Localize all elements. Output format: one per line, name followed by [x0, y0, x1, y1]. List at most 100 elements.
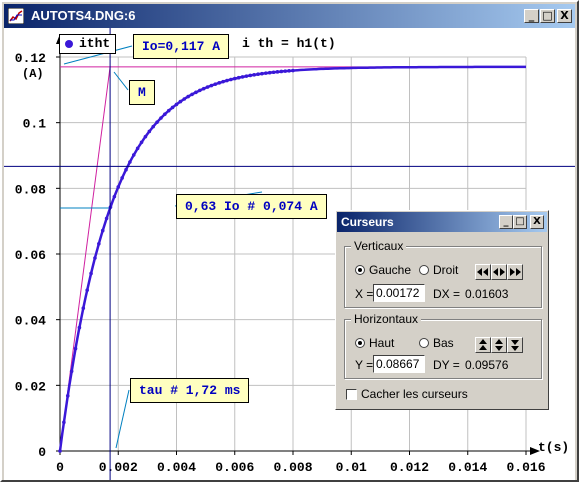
series-itht-point [112, 194, 117, 199]
series-itht-point [291, 68, 295, 73]
move-both-v-button[interactable] [491, 337, 507, 353]
dialog-close-button[interactable]: X [530, 215, 544, 229]
y-value-input[interactable]: 0.08667 [373, 355, 425, 373]
y-tick-label: 0.12 [15, 51, 46, 66]
series-itht-point [81, 306, 86, 310]
series-marker-icon [65, 39, 73, 48]
series-itht-point [62, 420, 66, 425]
horizontal-group-label: Horizontaux [351, 312, 422, 326]
cursors-dialog: Curseurs _ □ X Verticaux Gauche Droit X … [335, 210, 549, 410]
series-itht-point [120, 176, 124, 180]
horizontal-cursors-group: Horizontaux Haut Bas Y = 0.08667 DY = 0.… [344, 312, 542, 379]
radio-right[interactable]: Droit [419, 263, 458, 277]
series-itht-point [209, 83, 214, 88]
radio-selected-icon [355, 338, 365, 348]
cursors-dialog-title-bar[interactable]: Curseurs _ □ X [337, 212, 547, 232]
series-itht-point [69, 369, 74, 374]
x-tick-label: 0.002 [99, 460, 138, 475]
vertical-cursors-group: Verticaux Gauche Droit X = 0.00172 DX = … [344, 239, 542, 308]
up-down-arrow-icon [495, 339, 503, 351]
y-tick-label: 0 [38, 445, 46, 460]
dialog-maximize-button[interactable]: □ [513, 215, 527, 229]
annotation-io[interactable]: Io=0,117 A [133, 34, 230, 59]
annotation-tau[interactable]: tau # 1,72 ms [130, 378, 250, 403]
radio-top[interactable]: Haut [355, 336, 394, 350]
minimize-button[interactable]: _ [524, 9, 539, 23]
series-itht-point [131, 153, 136, 157]
series-itht-point [155, 120, 159, 124]
legend: itht [59, 34, 117, 54]
series-itht-point [279, 69, 284, 74]
series-itht-point [244, 74, 249, 78]
series-itht-point [271, 70, 276, 75]
series-itht-point [190, 92, 194, 97]
series-itht-point [89, 271, 93, 276]
y-tick-label: 0.02 [15, 379, 46, 394]
radio-left[interactable]: Gauche [355, 263, 411, 277]
y-tick-label: 0.1 [23, 117, 47, 132]
title-bar[interactable]: AUTOTS4.DNG:6 _ □ X [4, 4, 575, 28]
move-both-h-button[interactable] [491, 264, 507, 280]
move-left-button[interactable] [475, 264, 491, 280]
series-itht-point [225, 78, 229, 83]
x-value-input[interactable]: 0.00172 [373, 284, 425, 302]
dialog-minimize-button[interactable]: _ [499, 215, 513, 229]
radio-bottom-label: Bas [433, 336, 454, 350]
series-itht-point [240, 75, 245, 79]
series-itht-point [198, 88, 202, 93]
dx-label: DX = [433, 287, 461, 301]
series-itht-point [147, 129, 152, 134]
annotation-level[interactable]: 0,63 Io # 0,074 A [176, 194, 327, 219]
series-itht-point [100, 228, 105, 233]
hide-cursors-label: Cacher les curseurs [361, 387, 468, 401]
series-itht-point [124, 167, 128, 172]
move-right-button[interactable] [507, 264, 523, 280]
x-tick-label: 0.012 [390, 460, 429, 475]
annotation-m[interactable]: M [129, 80, 155, 105]
m-pointer-line [113, 71, 129, 91]
maximize-icon: □ [542, 9, 553, 22]
series-itht-point [139, 140, 144, 145]
series-itht-point [205, 85, 210, 89]
series-itht-point [166, 108, 171, 113]
series-itht-point [151, 124, 155, 129]
double-left-arrow-icon [477, 268, 488, 276]
series-itht-point [232, 76, 237, 81]
radio-bottom[interactable]: Bas [419, 336, 454, 350]
series-itht-point [178, 99, 183, 104]
move-down-button[interactable] [507, 337, 523, 353]
series-itht-point [128, 160, 132, 164]
series-itht-point [182, 97, 187, 101]
radio-selected-icon [355, 265, 365, 275]
radio-unselected-icon [419, 338, 429, 348]
main-window: AUTOTS4.DNG:6 _ □ X 0 0.002 0.004 0.006 0.00… [0, 0, 579, 482]
series-itht-point [174, 102, 179, 107]
y-tick-label: 0.06 [15, 248, 46, 263]
double-right-arrow-icon [510, 268, 521, 276]
x-tick-label: 0.01 [336, 460, 367, 475]
double-up-arrow-icon [479, 339, 487, 350]
series-itht-point [287, 69, 291, 73]
series-itht-point [170, 105, 175, 110]
minimize-icon: _ [528, 9, 535, 22]
radio-top-label: Haut [369, 336, 395, 350]
series-itht-point [229, 77, 233, 82]
series-itht-point [194, 90, 198, 95]
series-itht-point [77, 325, 82, 330]
series-itht-point [159, 116, 163, 120]
series-itht-point [217, 81, 222, 85]
y-tick-label: 0.08 [15, 182, 46, 197]
series-itht-point [163, 112, 167, 117]
radio-right-label: Droit [433, 263, 459, 277]
vertical-group-label: Verticaux [351, 239, 407, 253]
series-itht-point [236, 75, 241, 80]
move-up-button[interactable] [475, 337, 491, 353]
radio-unselected-icon [419, 265, 429, 275]
close-button[interactable]: X [557, 9, 572, 23]
maximize-button[interactable]: □ [540, 9, 555, 23]
hide-cursors-checkbox[interactable]: Cacher les curseurs [346, 387, 468, 401]
y-tick-label: 0.04 [15, 314, 46, 329]
close-icon: X [560, 9, 569, 22]
cursors-dialog-title: Curseurs [341, 215, 394, 229]
x-axis-label: t(s) [538, 440, 570, 455]
